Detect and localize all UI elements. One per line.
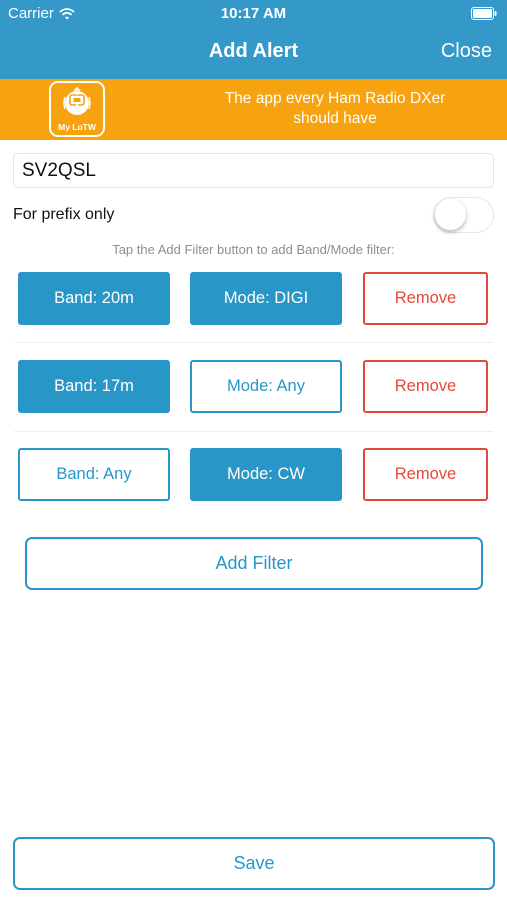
banner-tagline-line2: should have (293, 110, 377, 127)
remove-button-1[interactable]: Remove (363, 272, 488, 325)
mode-button-1[interactable]: Mode: DIGI (190, 272, 342, 325)
banner-tagline: The app every Ham Radio DXer should have (180, 89, 490, 129)
app-logo: My LoTW (49, 81, 105, 137)
row-divider (14, 342, 493, 343)
filter-hint: Tap the Add Filter button to add Band/Mo… (112, 242, 395, 257)
promo-banner[interactable]: My LoTW The app every Ham Radio DXer sho… (0, 79, 507, 140)
status-time: 10:17 AM (220, 5, 287, 22)
remove-button-2[interactable]: Remove (363, 360, 488, 413)
band-button-1[interactable]: Band: 20m (18, 272, 170, 325)
mode-button-3[interactable]: Mode: CW (190, 448, 342, 501)
close-button[interactable]: Close (441, 40, 492, 63)
callsign-input[interactable]: SV2QSL (13, 153, 494, 188)
status-bar: Carrier 10:17 AM (0, 0, 507, 28)
band-button-3[interactable]: Band: Any (18, 448, 170, 501)
toggle-knob (435, 199, 466, 230)
battery-icon (471, 7, 497, 20)
page-title: Add Alert (208, 40, 299, 62)
prefix-only-label: For prefix only (13, 206, 115, 223)
remove-button-3[interactable]: Remove (363, 448, 488, 501)
banner-tagline-line1: The app every Ham Radio DXer (224, 90, 446, 107)
prefix-only-toggle[interactable] (433, 197, 494, 233)
navigation-bar: Carrier 10:17 AM Add Alert Close (0, 0, 507, 79)
mode-button-2[interactable]: Mode: Any (190, 360, 342, 413)
logo-text: My LoTW (58, 122, 96, 132)
band-button-2[interactable]: Band: 17m (18, 360, 170, 413)
row-divider (14, 431, 493, 432)
add-filter-button[interactable]: Add Filter (25, 537, 483, 590)
save-button[interactable]: Save (13, 837, 495, 890)
